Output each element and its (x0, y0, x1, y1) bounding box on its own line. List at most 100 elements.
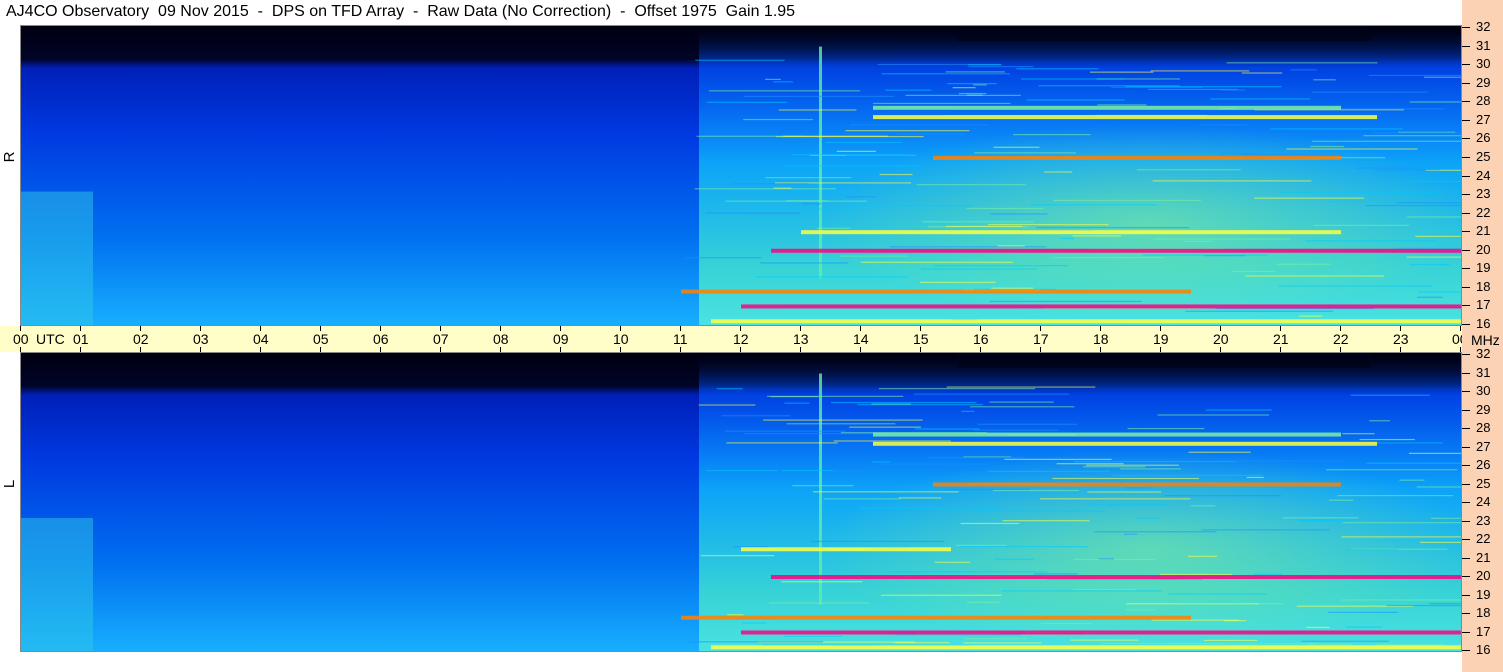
noise-streak (1342, 433, 1375, 435)
noise-streak (934, 561, 971, 563)
time-tick-mark (380, 326, 381, 331)
freq-tick-mark (1462, 391, 1470, 392)
noise-streak (1188, 460, 1345, 462)
noise-streak (1382, 154, 1430, 156)
noise-streak (885, 89, 932, 91)
freq-tick-label: 21 (1476, 223, 1491, 239)
rcp-spectrogram (20, 25, 1462, 326)
noise-streak (1282, 517, 1359, 519)
noise-streak (961, 410, 975, 412)
noise-streak (1369, 74, 1461, 77)
noise-streak (988, 223, 1109, 226)
noise-streak (914, 428, 980, 430)
freq-tick-label: 28 (1476, 420, 1491, 435)
noise-streak (746, 208, 855, 210)
freq-tick-label: 19 (1476, 260, 1491, 276)
noise-streak (945, 71, 1005, 73)
freq-tick-mark (1462, 354, 1470, 355)
noise-streak (1415, 235, 1461, 238)
noise-streak (1278, 285, 1433, 287)
time-tick-mark (680, 347, 681, 352)
freq-tick-mark (1462, 194, 1470, 196)
freq-tick-mark (1462, 594, 1470, 596)
noise-streak (1350, 394, 1430, 396)
freq-tick-label: 16 (1476, 642, 1491, 657)
time-tick-label: 08 (493, 331, 509, 347)
noise-streak (968, 66, 1034, 68)
noise-streak (1368, 442, 1443, 444)
freq-tick-label: 30 (1476, 56, 1491, 72)
noise-streak (1164, 495, 1282, 497)
noise-streak (876, 463, 988, 465)
freq-tick-mark (1462, 268, 1470, 270)
time-tick-mark (1460, 347, 1461, 352)
time-tick-mark (80, 347, 81, 352)
noise-streak (1210, 98, 1311, 100)
freq-tick-label: 19 (1476, 586, 1491, 602)
noise-streak (1363, 135, 1461, 137)
noise-streak (1329, 108, 1445, 110)
time-tick-mark (500, 326, 501, 331)
noise-streak (1125, 609, 1156, 611)
time-tick-mark (800, 347, 801, 352)
noise-streak (1418, 291, 1461, 293)
freq-tick-mark (1462, 576, 1470, 577)
noise-streak (685, 257, 762, 259)
time-tick-mark (920, 326, 921, 331)
noise-streak (831, 401, 977, 404)
noise-streak (813, 491, 959, 493)
noise-streak (860, 261, 1013, 263)
noise-streak (850, 124, 989, 126)
noise-streak (1345, 626, 1383, 628)
emission-band (933, 482, 1341, 487)
noise-streak (1328, 611, 1398, 613)
time-tick-mark (1340, 326, 1341, 331)
noise-streak (1417, 296, 1443, 298)
noise-streak (1223, 620, 1247, 622)
freq-tick-mark (1462, 286, 1470, 288)
noise-streak (1127, 427, 1205, 430)
noise-streak (1142, 254, 1268, 256)
noise-streak (1399, 479, 1425, 481)
noise-streak (743, 118, 813, 121)
noise-streak (1201, 529, 1330, 531)
noise-streak (860, 507, 999, 509)
noise-streak (879, 173, 913, 176)
emission-band (681, 615, 1191, 620)
emission-band (741, 304, 1461, 309)
noise-streak (1305, 240, 1436, 242)
freq-tick-label: 22 (1476, 531, 1491, 546)
noise-streak (1053, 256, 1165, 259)
noise-streak (1328, 499, 1354, 501)
freq-tick-mark (1462, 613, 1470, 614)
freq-tick-label: 20 (1476, 241, 1491, 257)
time-tick-mark (980, 326, 981, 331)
dawn-fade (21, 191, 93, 325)
noise-streak (1311, 140, 1461, 142)
noise-streak (833, 440, 951, 442)
noise-streak (1046, 578, 1203, 581)
noise-streak (743, 95, 895, 98)
freq-tick-label: 32 (1476, 346, 1491, 361)
time-tick-mark (1040, 326, 1041, 331)
noise-streak (888, 571, 1048, 573)
noise-streak (1020, 78, 1124, 80)
noise-streak (763, 419, 923, 421)
time-tick-mark (920, 347, 921, 352)
noise-streak (773, 81, 794, 83)
noise-streak (1365, 204, 1461, 207)
noise-streak (1074, 558, 1156, 561)
noise-streak (1001, 590, 1162, 592)
emission-band (711, 645, 1461, 650)
emission-band (873, 105, 1341, 110)
noise-streak (1220, 89, 1246, 91)
noise-streak (1124, 533, 1138, 535)
noise-streak (1254, 197, 1365, 199)
noise-streak (783, 635, 843, 637)
time-tick-label: 18 (1093, 331, 1109, 347)
noise-streak (721, 415, 791, 417)
noise-streak (1013, 134, 1091, 136)
noise-streak (1396, 202, 1461, 204)
time-tick-mark (860, 347, 861, 352)
noise-streak (845, 155, 920, 157)
